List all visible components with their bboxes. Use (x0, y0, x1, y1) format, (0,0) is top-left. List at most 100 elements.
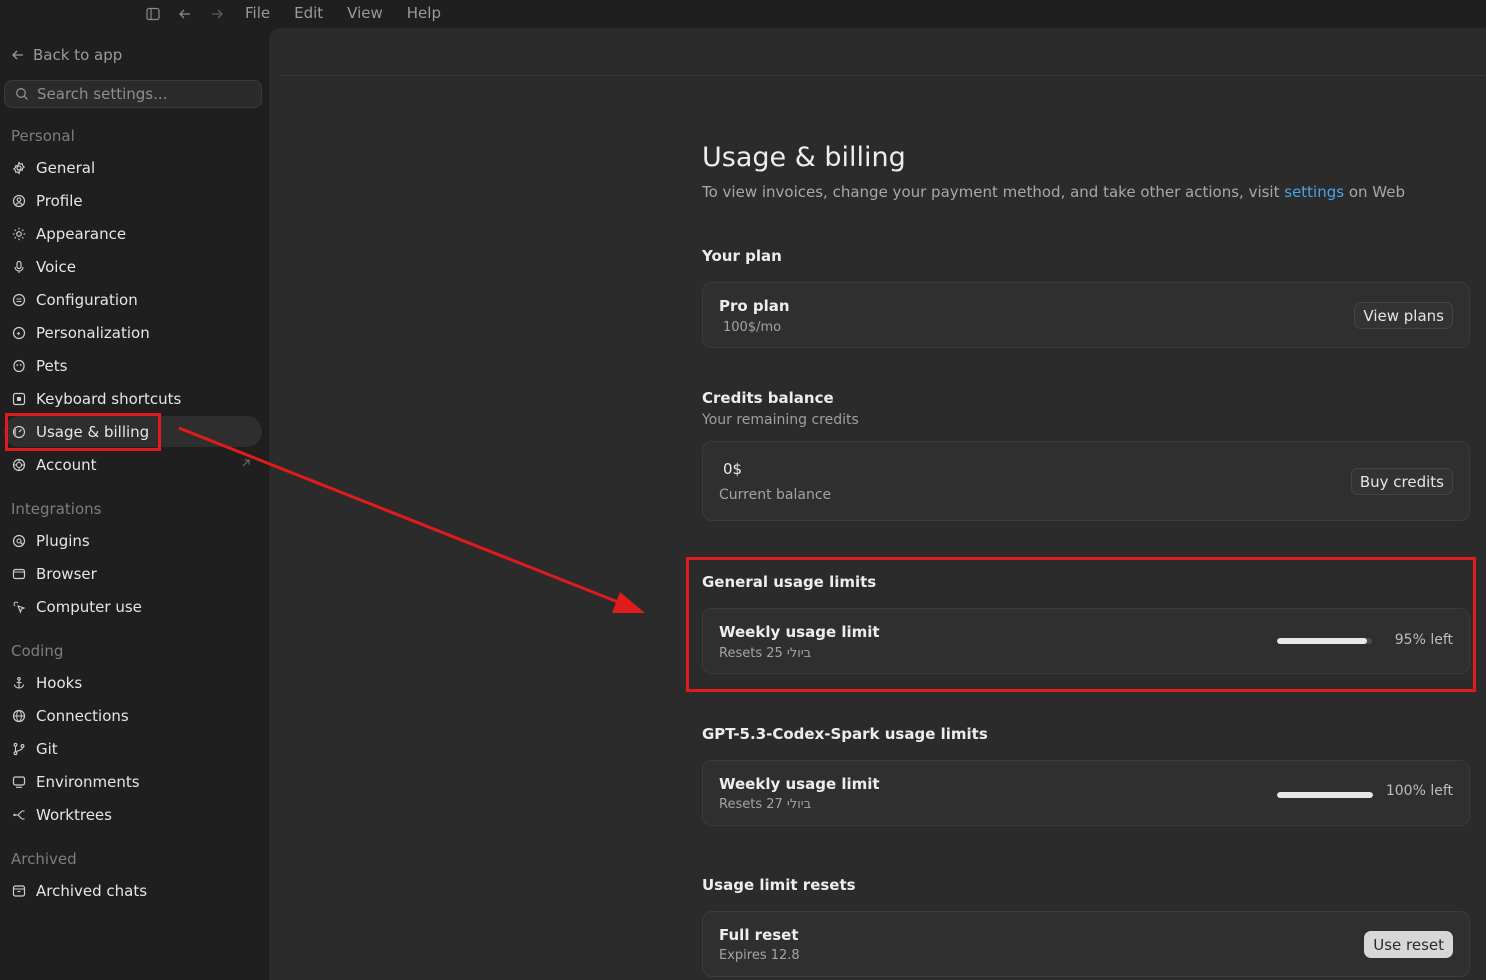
microphone-icon (14, 260, 24, 273)
sidebar-item-label: Archived chats (36, 881, 148, 900)
sidebar-item-appearance[interactable]: Appearance (4, 218, 262, 249)
subtitle-text-end: on Web (1344, 183, 1406, 201)
reset-title: Full reset (719, 926, 799, 944)
paw-icon (13, 359, 25, 372)
plan-card: Pro plan 100$/mo View plans (702, 282, 1470, 348)
sidebar-item-general[interactable]: General (4, 152, 262, 183)
sidebar-item-connections[interactable]: Connections (4, 700, 262, 731)
sidebar-item-label: General (36, 158, 96, 177)
section-integrations: Integrations (11, 500, 102, 518)
archive-icon (12, 884, 26, 897)
sidebar-item-label: Browser (36, 564, 97, 583)
sliders-icon (12, 293, 26, 306)
sidebar-item-profile[interactable]: Profile (4, 185, 262, 216)
search-placeholder: Search settings... (37, 85, 168, 103)
general-limit-card: Weekly usage limit Resets 25 ביולי 95% l… (702, 608, 1470, 674)
credits-amount: 0$ (723, 460, 743, 478)
sidebar-item-label: Computer use (36, 597, 142, 616)
limit-percent: 95% left (1394, 632, 1453, 648)
arrow-left-icon (12, 50, 23, 60)
sidebar-item-git[interactable]: Git (4, 733, 262, 764)
spark-limit-card: Weekly usage limit Resets 27 ביולי 100% … (702, 760, 1470, 826)
your-plan-heading: Your plan (702, 247, 782, 265)
search-icon (16, 88, 28, 100)
limit-title: Weekly usage limit (719, 623, 880, 641)
browser-icon (12, 568, 26, 579)
section-personal: Personal (11, 127, 75, 145)
subtitle-text: To view invoices, change your payment me… (702, 183, 1285, 201)
worktree-icon (13, 809, 25, 820)
credits-caption: Current balance (719, 487, 832, 503)
sidebar-item-label: Connections (36, 706, 129, 725)
sidebar-item-configuration[interactable]: Configuration (4, 284, 262, 315)
gauge-icon (12, 425, 26, 438)
back-label: Back to app (33, 46, 123, 64)
user-circle-icon (12, 194, 26, 207)
sidebar-item-account[interactable]: Account (4, 449, 262, 480)
settings-content: Usage & billing To view invoices, change… (269, 28, 1486, 980)
sidebar-item-usage-billing[interactable]: Usage & billing (4, 416, 262, 447)
usage-progress-fill (1277, 792, 1373, 798)
sidebar-item-label: Profile (36, 191, 83, 210)
limit-resets: Resets 27 ביולי (719, 797, 812, 812)
credits-heading: Credits balance (702, 389, 834, 407)
sidebar-item-label: Account (36, 455, 97, 474)
use-reset-button[interactable]: Use reset (1364, 931, 1453, 958)
sidebar-item-label: Hooks (36, 673, 83, 692)
general-limits-heading: General usage limits (702, 573, 877, 591)
settings-window: File Edit View Help Back to app Search s… (0, 0, 1486, 980)
sidebar-item-voice[interactable]: Voice (4, 251, 262, 282)
sidebar-item-computer-use[interactable]: Computer use (4, 591, 262, 622)
page-title: Usage & billing (702, 142, 906, 173)
sidebar-item-hooks[interactable]: Hooks (4, 667, 262, 698)
sparkle-circle-icon (12, 326, 26, 339)
sidebar-toggle-icon[interactable] (144, 5, 162, 23)
sidebar-item-label: Personalization (36, 323, 150, 342)
sidebar-item-plugins[interactable]: Plugins (4, 525, 262, 556)
section-archived: Archived (11, 850, 77, 868)
credits-subheading: Your remaining credits (702, 412, 859, 428)
sidebar-item-keyboard-shortcuts[interactable]: Keyboard shortcuts (4, 383, 262, 414)
back-to-app-link[interactable]: Back to app (11, 44, 122, 66)
limit-percent: 100% left (1385, 783, 1453, 799)
sidebar-item-label: Environments (36, 772, 140, 791)
reset-expires: Expires 12.8 (719, 948, 800, 963)
gear-icon (12, 160, 26, 175)
buy-credits-button[interactable]: Buy credits (1350, 468, 1453, 495)
search-input[interactable]: Search settings... (4, 80, 262, 108)
sidebar-item-browser[interactable]: Browser (4, 558, 262, 589)
sidebar-item-archived-chats[interactable]: Archived chats (4, 875, 262, 906)
section-coding: Coding (11, 642, 64, 660)
cursor-icon (13, 601, 26, 614)
sidebar-item-worktrees[interactable]: Worktrees (4, 799, 262, 830)
credits-card: 0$ Current balance Buy credits (702, 441, 1470, 521)
limit-title: Weekly usage limit (719, 775, 880, 793)
menu-file[interactable]: File (245, 4, 270, 22)
settings-sidebar: Back to app Search settings... Personal … (0, 28, 269, 980)
sidebar-item-personalization[interactable]: Personalization (4, 317, 262, 348)
usage-progress-bar (1277, 792, 1373, 798)
sidebar-item-environments[interactable]: Environments (4, 766, 262, 797)
limit-resets: Resets 25 ביולי (719, 646, 812, 661)
arrow-left-icon[interactable] (176, 5, 194, 23)
menu-list: File Edit View Help (245, 0, 465, 26)
resets-heading: Usage limit resets (702, 876, 856, 894)
reset-card: Full reset Expires 12.8 Use reset (702, 911, 1470, 977)
sidebar-item-label: Voice (36, 257, 76, 276)
settings-link[interactable]: settings (1284, 183, 1344, 201)
menu-help[interactable]: Help (407, 4, 441, 22)
monitor-icon (12, 775, 26, 788)
sun-icon (12, 227, 26, 240)
sidebar-item-pets[interactable]: Pets (4, 350, 262, 381)
globe-icon (12, 709, 26, 722)
git-branch-icon (13, 742, 25, 755)
menu-edit[interactable]: Edit (294, 4, 323, 22)
view-plans-button[interactable]: View plans (1354, 302, 1453, 329)
plug-icon (12, 534, 26, 547)
page-subtitle: To view invoices, change your payment me… (702, 183, 1405, 201)
arrow-right-icon[interactable] (208, 5, 226, 23)
menu-view[interactable]: View (347, 4, 383, 22)
menubar: File Edit View Help (0, 0, 1486, 28)
external-link-icon (242, 459, 250, 467)
sidebar-item-label: Appearance (36, 224, 127, 243)
